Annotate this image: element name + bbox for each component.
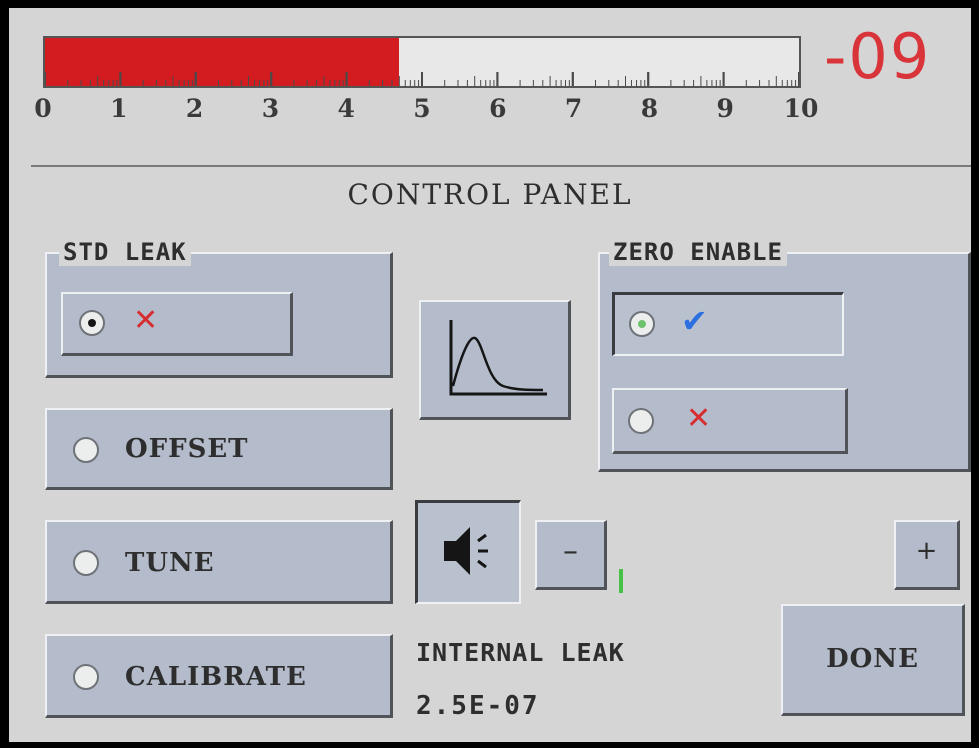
scale-label: 7 [564,94,583,123]
page-title: CONTROL PANEL [347,178,633,211]
volume-level-indicator [619,569,623,593]
minus-label: – [563,534,578,569]
scale-label: 0 [34,94,52,123]
offset-button[interactable]: OFFSET [45,408,393,490]
exponent-readout: -09 [824,20,932,93]
speaker-button[interactable] [415,500,521,604]
graph-button[interactable] [419,300,571,420]
zero-enable-on-button[interactable]: ✔ [612,292,844,356]
speaker-icon [444,527,488,575]
scale-label: 5 [413,94,431,123]
std-leak-group: ✕ [45,252,393,378]
internal-leak-value: 2.5E-07 [416,691,540,721]
bar-graph-scale: 0 1 2 3 4 5 6 7 8 9 10 [34,94,818,124]
tune-label: TUNE [125,548,215,578]
radio-selected-icon [629,311,655,337]
divider [31,165,971,167]
radio-selected-icon [79,310,105,336]
control-panel-screen: 0 1 2 3 4 5 6 7 8 9 10 -09 CONTROL PANEL… [9,8,971,742]
radio-icon [73,437,99,463]
zero-enable-group: ✔ ✕ [598,252,971,472]
scale-label: 1 [110,94,128,123]
check-icon: ✔ [681,302,708,340]
scale-label: 4 [337,94,355,123]
offset-label: OFFSET [125,434,249,464]
std-leak-off-button[interactable]: ✕ [61,292,293,356]
peak-graph-icon [449,320,547,396]
internal-leak-label: INTERNAL LEAK [416,638,625,667]
zero-enable-label: ZERO ENABLE [609,238,787,266]
plus-label: + [915,536,938,566]
radio-icon [628,408,654,434]
scale-label: 8 [640,94,659,123]
scale-label: 3 [261,94,280,123]
volume-up-button[interactable]: + [894,520,960,590]
calibrate-label: CALIBRATE [125,662,307,692]
radio-icon [73,664,99,690]
x-icon: ✕ [133,303,159,338]
scale-label: 9 [716,94,734,123]
calibrate-button[interactable]: CALIBRATE [45,634,393,718]
bar-graph-ticks [45,72,799,86]
volume-down-button[interactable]: – [535,520,607,590]
scale-label: 6 [489,94,507,123]
scale-label: 2 [185,94,204,123]
scale-label: 10 [783,94,819,123]
radio-icon [73,550,99,576]
std-leak-label: STD LEAK [59,238,191,266]
zero-enable-off-button[interactable]: ✕ [612,388,848,454]
done-button[interactable]: DONE [781,604,965,716]
tune-button[interactable]: TUNE [45,520,393,604]
leak-rate-bar-graph [43,36,801,88]
x-icon: ✕ [686,401,712,436]
done-label: DONE [826,644,919,674]
